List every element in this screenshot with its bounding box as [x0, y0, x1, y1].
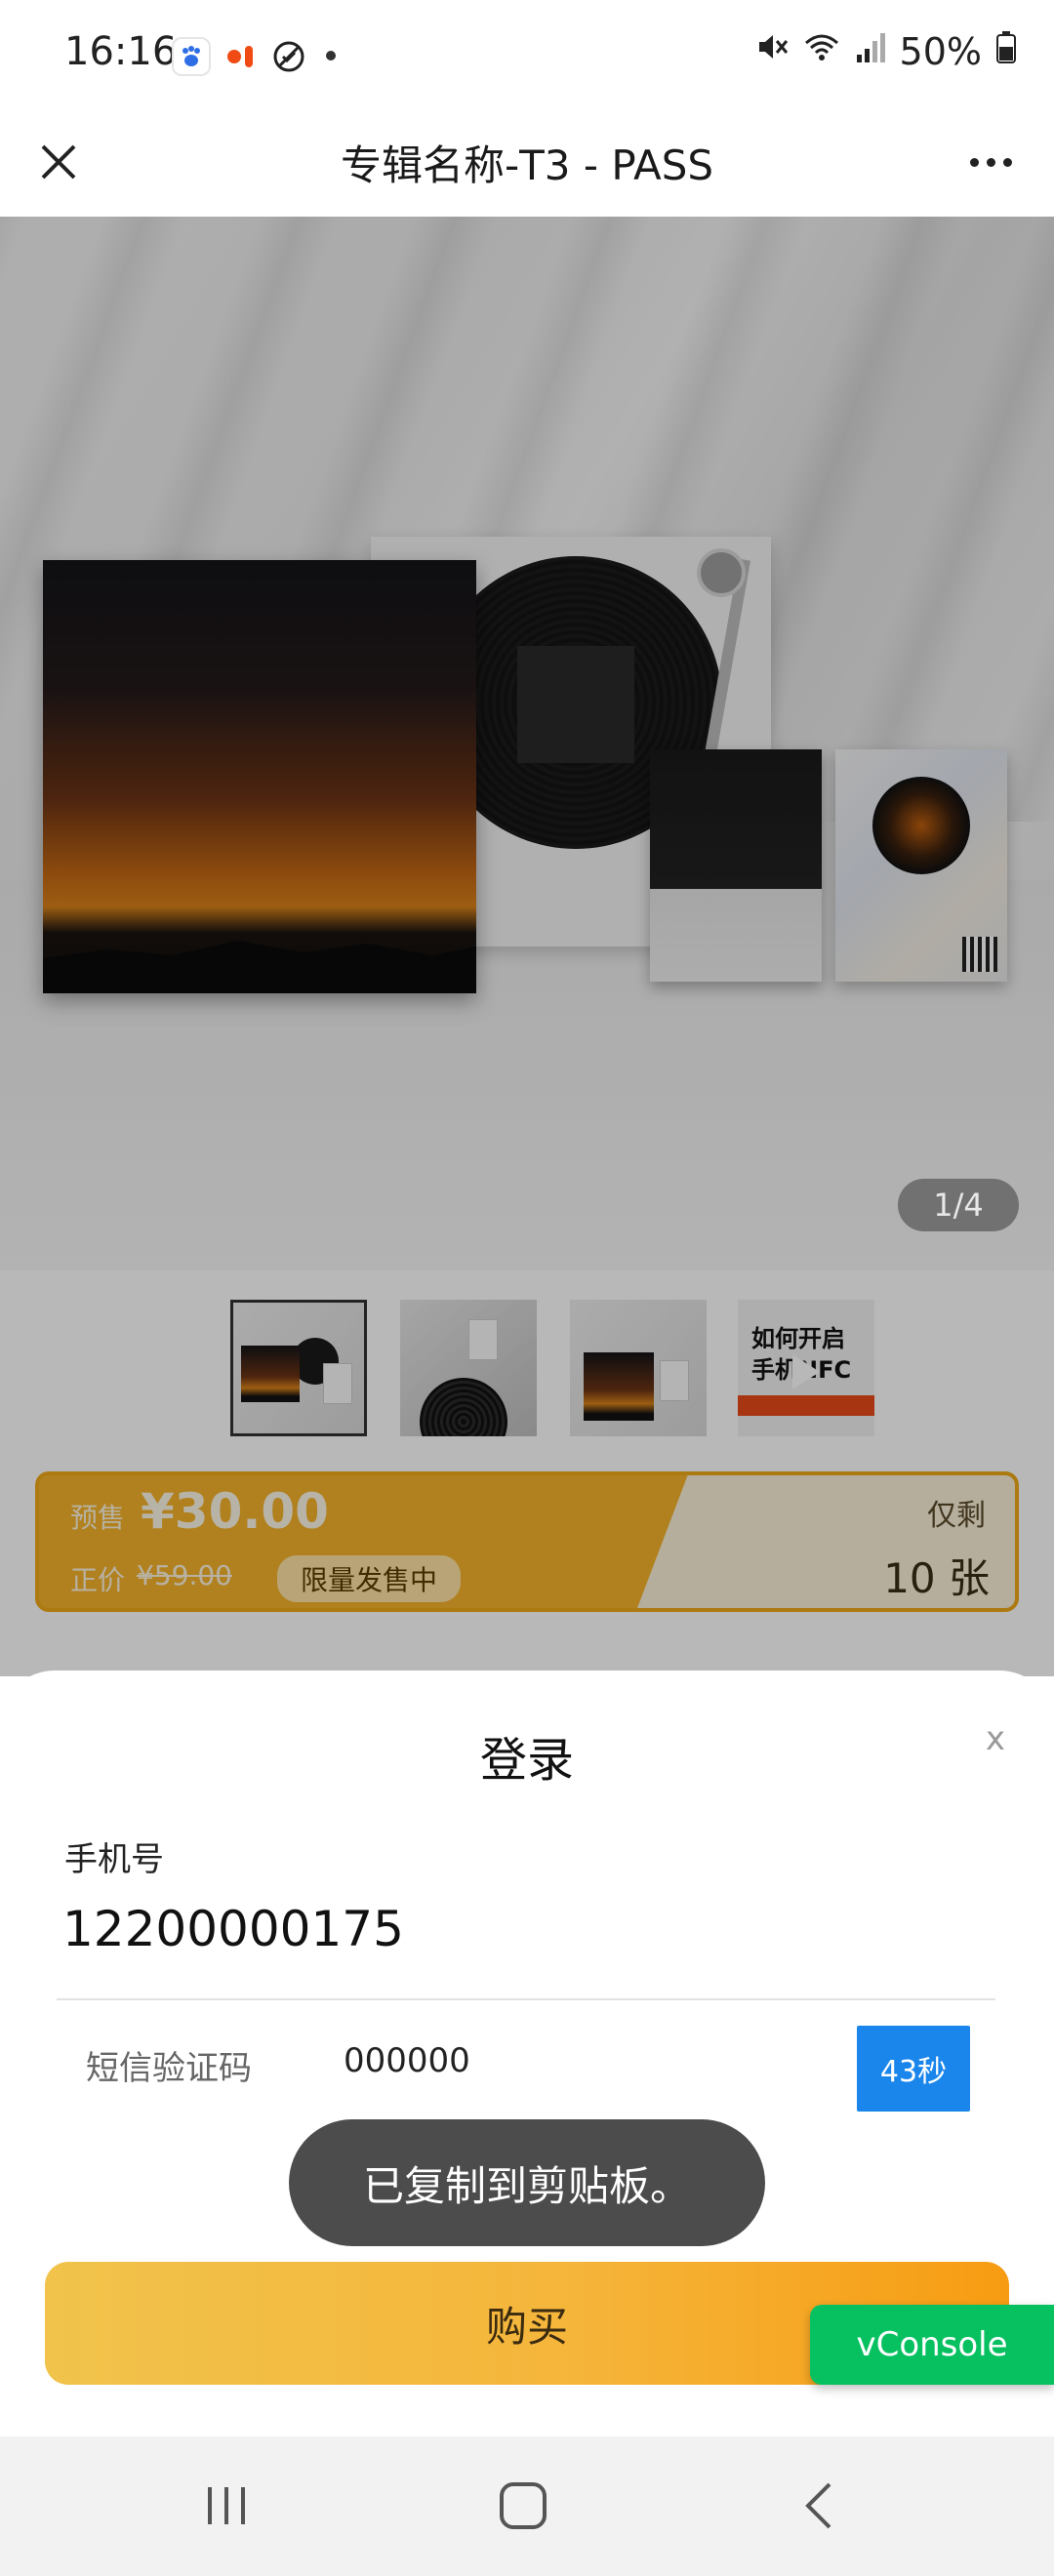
page-title: 专辑名称-T3 - PASS — [340, 141, 714, 189]
image-counter: 1/4 — [898, 1179, 1019, 1231]
divider — [57, 1998, 995, 2000]
status-bar: 16:16 50% — [0, 0, 1054, 107]
countdown-button[interactable]: 43秒 — [857, 2026, 970, 2112]
modal-close-button[interactable]: x — [986, 1719, 1005, 1758]
more-options-icon[interactable] — [956, 133, 1025, 191]
system-nav-bar — [0, 2436, 1054, 2576]
home-icon[interactable] — [484, 2472, 562, 2540]
sms-code-input[interactable]: 000000 — [344, 2041, 470, 2080]
product-image-carousel[interactable]: 1/4 — [0, 217, 1054, 1270]
phone-input[interactable]: 12200000175 — [62, 1901, 404, 1957]
title-bar: 专辑名称-T3 - PASS — [0, 107, 1054, 217]
wifi-icon — [802, 29, 841, 73]
copied-toast: 已复制到剪贴板。 — [289, 2119, 765, 2246]
thumbnail-strip: 如何开启 手机NFC — [0, 1270, 1054, 1462]
mute-icon — [753, 29, 789, 73]
notification-dot-icon — [326, 51, 336, 60]
status-time: 16:16 — [64, 29, 178, 74]
baidu-icon — [172, 37, 211, 76]
status-app-icons — [172, 37, 308, 76]
battery-icon — [995, 29, 1017, 73]
blocked-icon — [269, 37, 308, 76]
signal-icon — [855, 29, 886, 73]
red-app-icon — [221, 37, 260, 76]
sms-code-label: 短信验证码 — [86, 2049, 252, 2088]
vconsole-button[interactable]: vConsole — [810, 2305, 1054, 2385]
phone-label: 手机号 — [64, 1840, 164, 1879]
price-section: 预售 ¥30.00 正价 ¥59.00 限量发售中 仅剩 10 张 — [0, 1462, 1054, 1676]
recent-apps-icon[interactable] — [187, 2472, 265, 2540]
back-icon[interactable] — [781, 2472, 859, 2540]
status-right: 50% — [753, 29, 1017, 73]
modal-title: 登录 — [479, 1733, 574, 1788]
battery-percent: 50% — [899, 29, 982, 73]
